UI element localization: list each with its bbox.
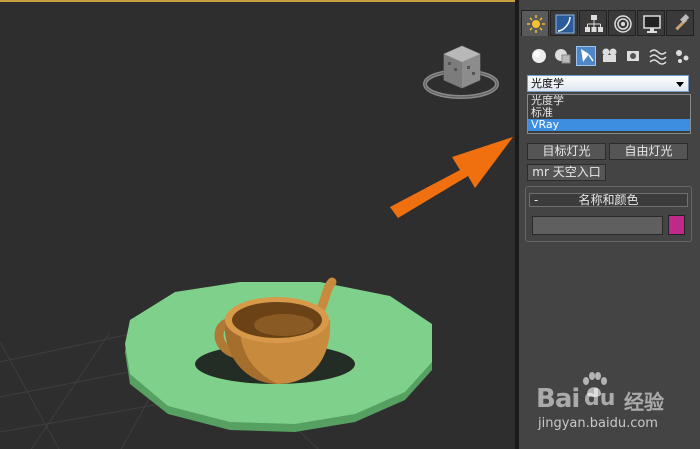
object-color-swatch[interactable] [668, 215, 685, 235]
display-icon [643, 15, 661, 33]
geometry-icon[interactable] [529, 46, 549, 66]
tab-display[interactable] [637, 10, 665, 36]
modify-icon [555, 14, 575, 34]
watermark-suffix: 经验 [624, 390, 664, 414]
helpers-icon[interactable] [624, 46, 644, 66]
light-type-selected: 光度学 [531, 77, 564, 90]
viewport-scene [0, 45, 513, 449]
space-warps-icon[interactable] [648, 46, 668, 66]
hierarchy-icon [585, 15, 603, 32]
baidu-jingyan-watermark: Bai du 经验 jingyan.baidu.com [536, 372, 696, 438]
tab-motion[interactable] [608, 10, 636, 36]
motion-icon [614, 15, 632, 33]
tab-hierarchy[interactable] [579, 10, 607, 36]
cameras-icon[interactable] [600, 46, 620, 66]
rollout-title: 名称和颜色 [578, 193, 639, 207]
object-name-field[interactable] [532, 216, 663, 235]
create-icon [527, 15, 545, 33]
systems-icon[interactable] [672, 46, 692, 66]
watermark-url: jingyan.baidu.com [538, 416, 658, 431]
tab-create[interactable] [521, 10, 549, 36]
orange-arrow-icon [390, 137, 513, 218]
shapes-icon[interactable] [553, 46, 573, 66]
tab-modify[interactable] [550, 10, 578, 36]
rollout-header[interactable]: - 名称和颜色 [529, 193, 688, 207]
chevron-down-icon[interactable] [676, 82, 684, 87]
free-light-button[interactable]: 自由灯光 [609, 143, 688, 160]
light-type-options-list[interactable]: 光度学 标准 VRay [527, 94, 691, 134]
light-type-dropdown[interactable]: 光度学 [527, 75, 689, 92]
tab-utilities[interactable] [666, 10, 694, 36]
lights-category-button[interactable] [576, 46, 596, 66]
perspective-viewport[interactable] [0, 0, 515, 449]
watermark-brand: Bai [536, 384, 580, 414]
watermark-du: du [584, 386, 616, 411]
sky-portal-button[interactable]: mr 天空入口 [527, 164, 606, 181]
lights-icon [581, 49, 594, 62]
target-light-button[interactable]: 目标灯光 [527, 143, 606, 160]
name-and-color-rollout: - 名称和颜色 [525, 186, 692, 242]
utilities-icon [675, 14, 690, 31]
viewcube-icon[interactable] [423, 45, 499, 99]
light-type-option-vray[interactable]: VRay [528, 119, 690, 131]
